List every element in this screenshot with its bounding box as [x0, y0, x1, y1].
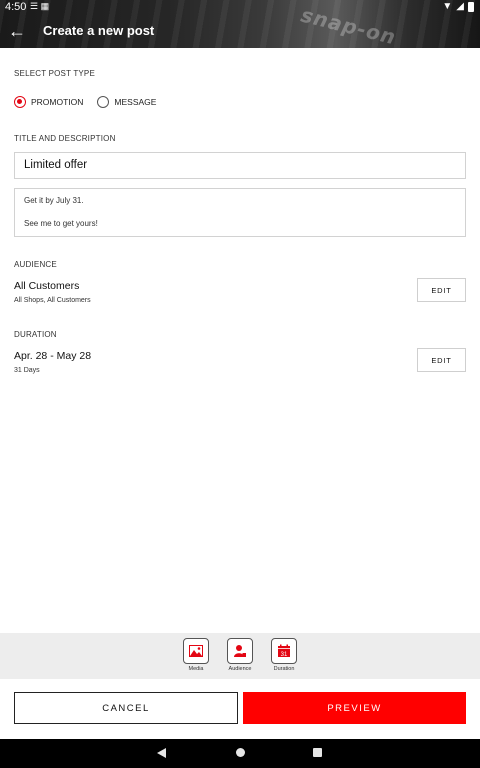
radio-promotion[interactable]: PROMOTION: [14, 96, 83, 108]
back-arrow-icon[interactable]: ←: [8, 22, 28, 40]
wifi-icon: ▼: [442, 1, 453, 12]
app-header: snap-on 4:50 ☰ ▦ ▼ ◢ ← Create a new post: [0, 0, 480, 48]
image-icon: [189, 645, 203, 657]
duration-detail: 31 Days: [14, 367, 40, 374]
audience-detail: All Shops, All Customers: [14, 297, 91, 304]
audience-value: All Customers: [14, 280, 80, 292]
duration-value: Apr. 28 - May 28: [14, 350, 92, 362]
duration-tool-button[interactable]: 31 Duration: [271, 638, 297, 672]
status-bar: 4:50 ☰ ▦ ▼ ◢: [0, 0, 480, 14]
system-icons: ▼ ◢: [442, 1, 474, 12]
audience-label: AUDIENCE: [14, 260, 57, 269]
duration-label: DURATION: [14, 330, 57, 339]
calendar-icon: 31: [278, 644, 290, 658]
notification-icons: ☰ ▦: [30, 1, 49, 12]
media-icon-box[interactable]: [183, 638, 209, 664]
media-label: Media: [188, 666, 204, 672]
cancel-button[interactable]: CANCEL: [14, 692, 238, 724]
preview-button[interactable]: PREVIEW: [243, 692, 466, 724]
description-field[interactable]: Get it by July 31. See me to get yours!: [14, 188, 466, 237]
calendar-day: 31: [281, 652, 288, 658]
download-icon: ▦: [40, 1, 50, 11]
duration-tool-label: Duration: [273, 666, 295, 672]
radio-message[interactable]: MESSAGE: [97, 96, 156, 108]
description-line: See me to get yours!: [24, 219, 98, 228]
description-line: Get it by July 31.: [24, 196, 84, 205]
nav-recents-icon[interactable]: [313, 748, 322, 757]
post-type-radio-group: PROMOTION MESSAGE: [14, 96, 170, 108]
audience-tool-label: Audience: [228, 666, 252, 672]
post-type-label: SELECT POST TYPE: [14, 69, 96, 78]
edit-audience-button[interactable]: EDIT: [417, 278, 466, 302]
status-time: 4:50: [5, 1, 27, 13]
radio-label: MESSAGE: [114, 97, 157, 107]
signal-icon: ◢: [456, 1, 464, 12]
person-icon: [234, 645, 246, 657]
title-description-label: TITLE AND DESCRIPTION: [14, 134, 116, 143]
duration-icon-box[interactable]: 31: [271, 638, 297, 664]
nav-back-icon[interactable]: [157, 748, 167, 758]
radio-checked-icon[interactable]: [14, 96, 26, 108]
edit-duration-button[interactable]: EDIT: [417, 348, 466, 372]
system-navigation-bar: [0, 739, 480, 768]
audience-tool-button[interactable]: Audience: [227, 638, 253, 672]
page-title: Create a new post: [43, 23, 155, 38]
notification-icon: ☰: [30, 1, 39, 11]
title-field[interactable]: Limited offer: [14, 152, 466, 179]
audience-icon-box[interactable]: [227, 638, 253, 664]
media-button[interactable]: Media: [183, 638, 209, 672]
nav-home-icon[interactable]: [236, 748, 245, 757]
radio-unchecked-icon[interactable]: [97, 96, 110, 108]
attachment-toolbar: Media Audience 31 Duration: [0, 633, 480, 679]
radio-label: PROMOTION: [31, 97, 84, 107]
battery-icon: [468, 1, 474, 12]
